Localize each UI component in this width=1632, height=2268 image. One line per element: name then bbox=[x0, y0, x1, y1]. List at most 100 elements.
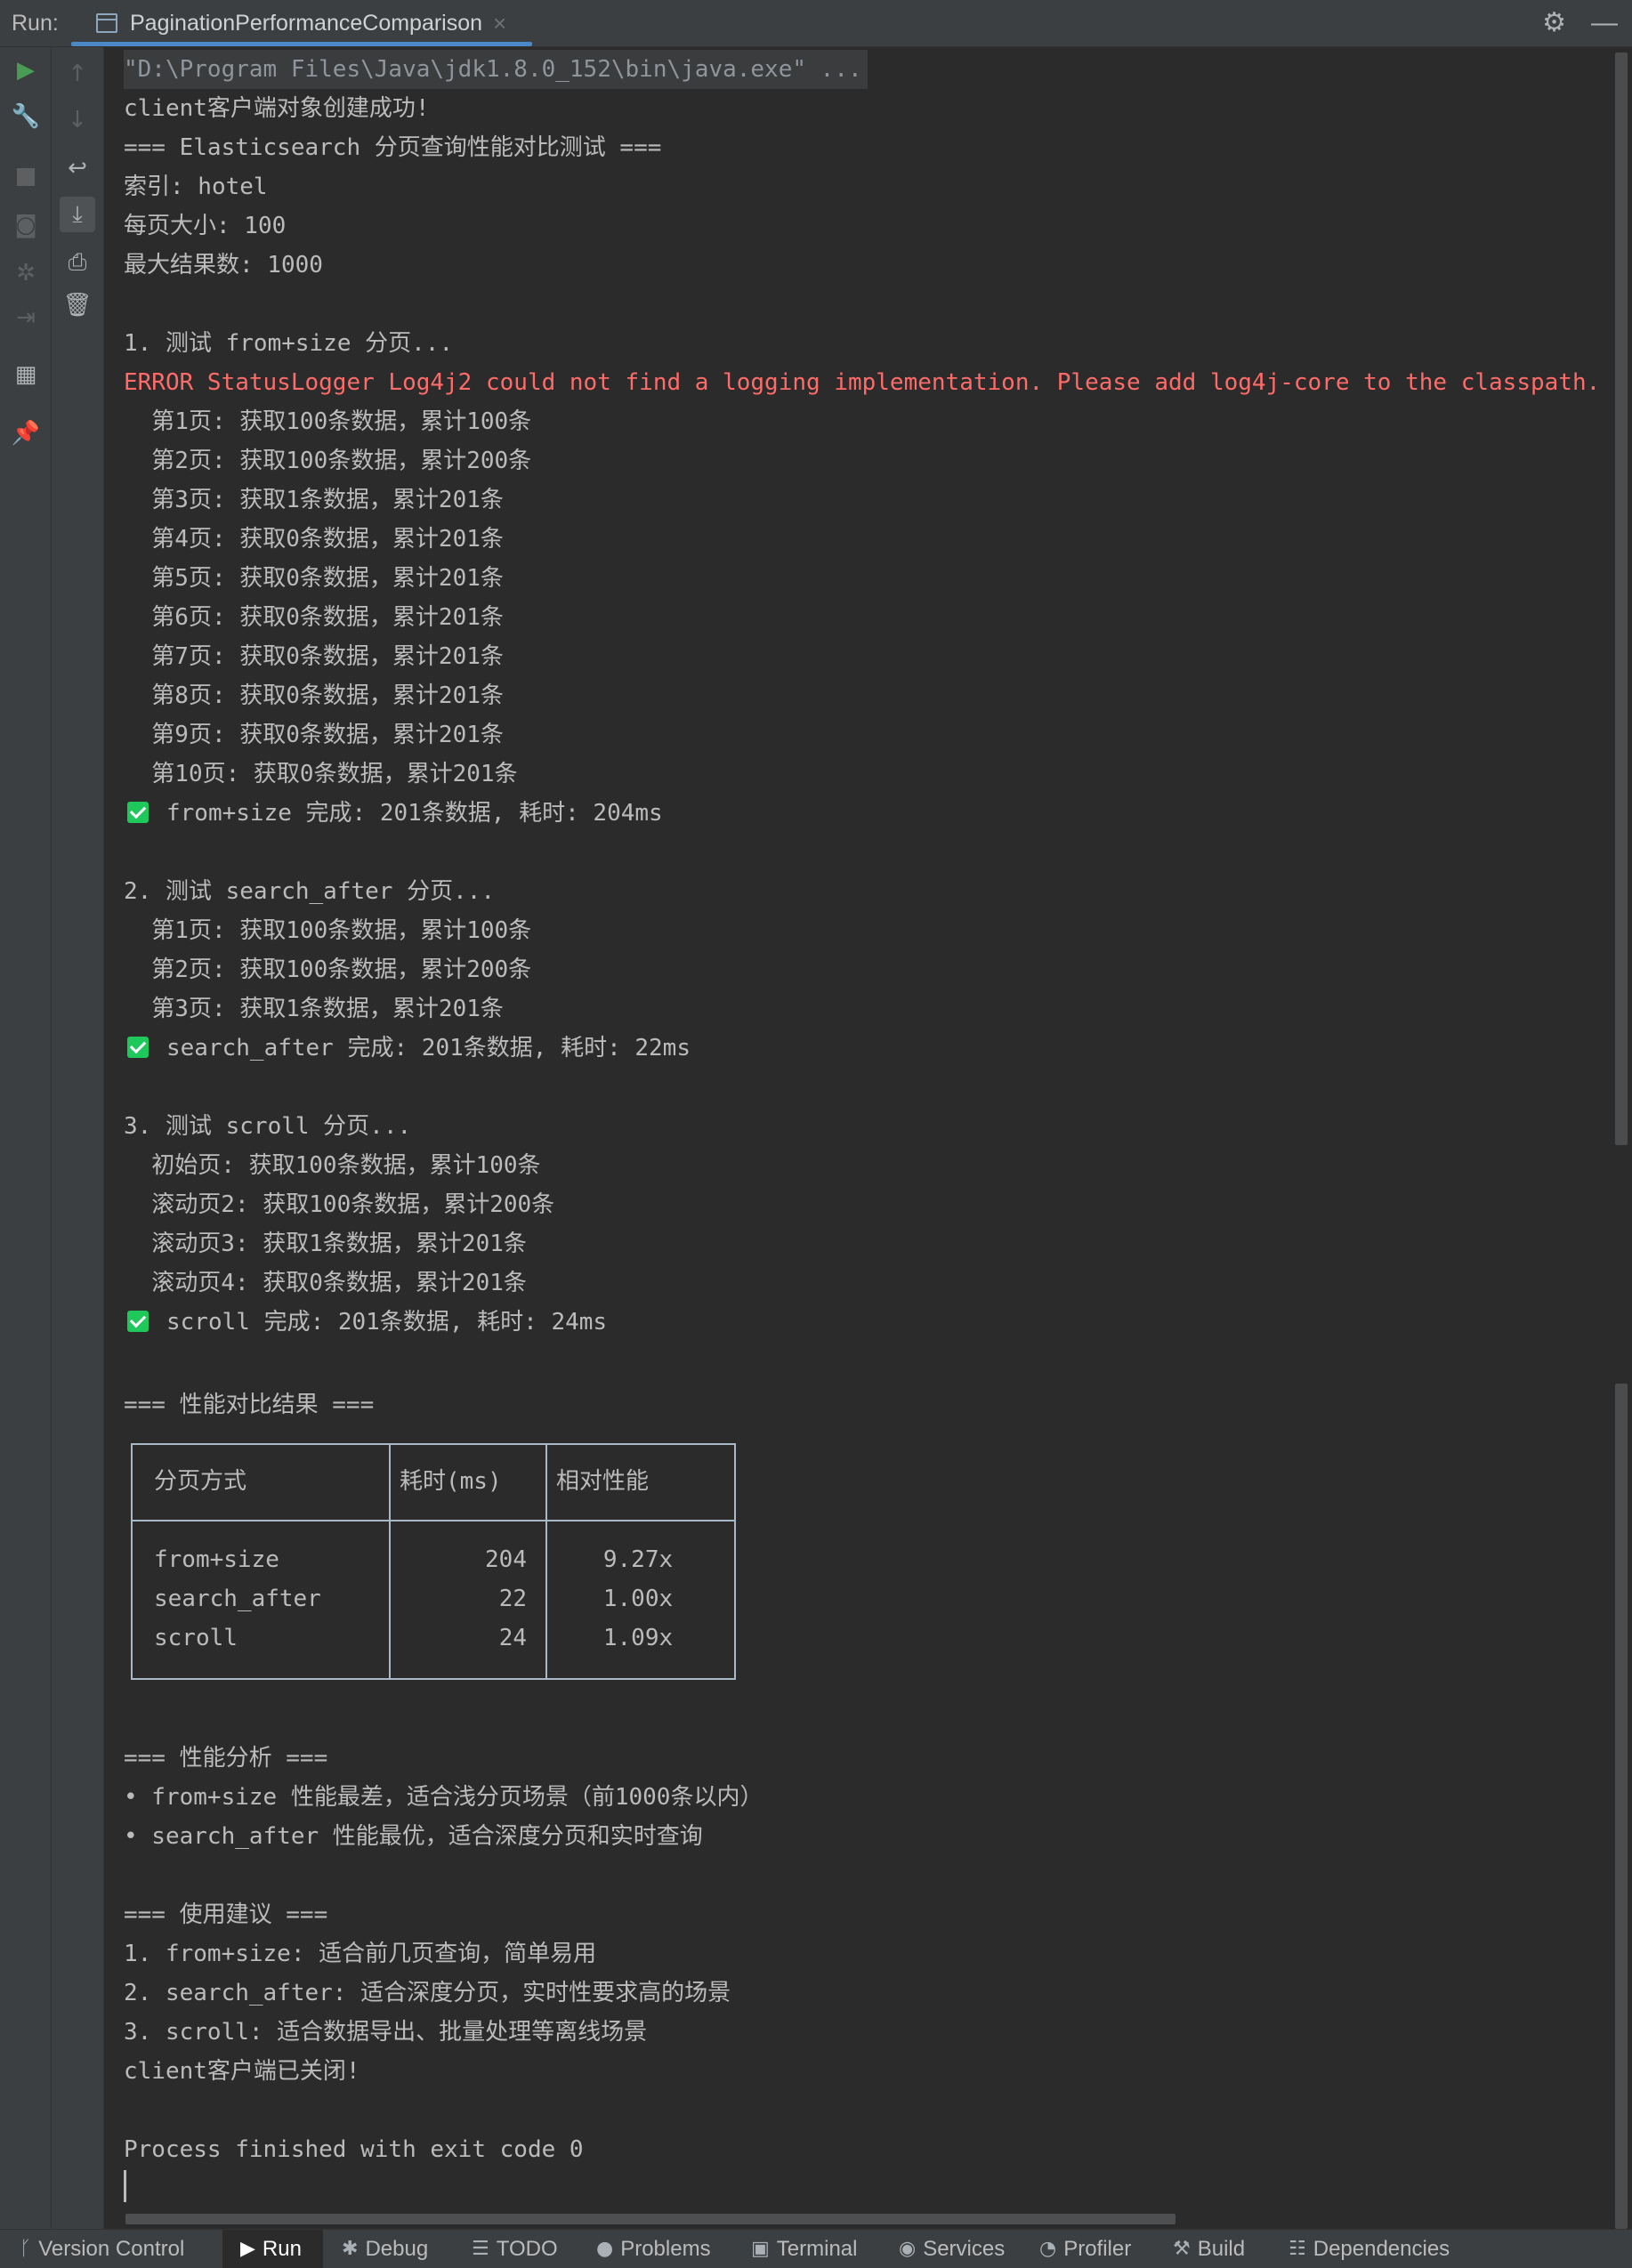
run-icon: ▶ bbox=[240, 2238, 255, 2260]
wrench-icon[interactable]: 🔧 bbox=[10, 101, 42, 133]
table-header-cell: 耗时(ms) bbox=[400, 1468, 502, 1495]
result-line: scroll 完成: 201条数据, 耗时: 24ms bbox=[124, 1303, 607, 1342]
version-control-icon: ᚴ bbox=[20, 2238, 32, 2260]
tool-window-bar: ᚴ Version Control ▶ Run ✱ Debug ☰ TODO ● Prob… bbox=[0, 2229, 1632, 2268]
scrollbar-thumb[interactable] bbox=[1615, 52, 1628, 1145]
horizontal-scrollbar[interactable] bbox=[104, 2208, 1612, 2228]
todo-icon: ☰ bbox=[472, 2238, 489, 2260]
result-line: from+size 完成: 201条数据, 耗时: 204ms bbox=[124, 794, 663, 833]
tab-debug[interactable]: ✱ Debug bbox=[342, 2230, 428, 2268]
tab-version-control[interactable]: ᚴ Version Control bbox=[20, 2230, 184, 2268]
build-icon: ⚒ bbox=[1173, 2238, 1191, 2260]
console-line: client客户端对象创建成功! bbox=[124, 95, 430, 122]
console-line: 滚动页4: 获取0条数据，累计201条 bbox=[124, 1270, 527, 1296]
console-line: 第3页: 获取1条数据，累计201条 bbox=[124, 487, 504, 513]
table-cell: 22 bbox=[498, 1586, 527, 1612]
console-line: client客户端已关闭! bbox=[124, 2058, 360, 2085]
console-line: 第2页: 获取100条数据，累计200条 bbox=[124, 956, 532, 983]
console-icon bbox=[96, 13, 117, 33]
console-line: 滚动页2: 获取100条数据，累计200条 bbox=[124, 1191, 555, 1218]
console-line: === Elasticsearch 分页查询性能对比测试 === bbox=[124, 134, 662, 161]
dependencies-icon: ☷ bbox=[1289, 2238, 1306, 2260]
terminal-icon: ▣ bbox=[751, 2238, 770, 2260]
console-line: 第5页: 获取0条数据，累计201条 bbox=[124, 565, 504, 592]
tab-todo[interactable]: ☰ TODO bbox=[472, 2230, 558, 2268]
services-icon: ◉ bbox=[899, 2238, 917, 2260]
table-cell: 1.00x bbox=[602, 1586, 674, 1612]
problems-icon: ● bbox=[596, 2238, 614, 2260]
console-line: 索引: hotel bbox=[124, 174, 268, 200]
check-icon bbox=[127, 801, 149, 823]
exit-status-line: Process finished with exit code 0 bbox=[124, 2136, 584, 2163]
console-line: 1. 测试 from+size 分页... bbox=[124, 330, 454, 357]
layout-icon[interactable]: ▦ bbox=[10, 359, 42, 391]
console-line: 2. search_after: 适合深度分页，实时性要求高的场景 bbox=[124, 1980, 731, 2006]
console-line: 第1页: 获取100条数据，累计100条 bbox=[124, 917, 532, 944]
table-cell: scroll bbox=[154, 1625, 238, 1651]
profiler-icon: ◔ bbox=[1039, 2238, 1057, 2260]
debug-icon: ✱ bbox=[342, 2238, 359, 2260]
tab-dependencies[interactable]: ☷ Dependencies bbox=[1289, 2230, 1450, 2268]
soft-wrap-icon[interactable]: ↩ bbox=[61, 152, 93, 184]
console-line: 初始页: 获取100条数据，累计100条 bbox=[124, 1152, 541, 1179]
debug-settings-icon: ✲ bbox=[16, 260, 36, 287]
tab-pagination-performance-comparison[interactable]: PaginationPerformanceComparison × bbox=[71, 0, 532, 46]
pin-icon[interactable]: 📌 bbox=[10, 417, 42, 449]
tab-profiler[interactable]: ◔ Profiler bbox=[1039, 2230, 1131, 2268]
scroll-to-end-icon[interactable]: ⤓ bbox=[60, 197, 95, 232]
stop-icon bbox=[10, 161, 42, 193]
exit-icon: ⇥ bbox=[16, 304, 36, 331]
section-heading: === 性能分析 === bbox=[124, 1745, 328, 1772]
section-heading: === 性能对比结果 === bbox=[124, 1392, 375, 1418]
table-cell: 9.27x bbox=[602, 1546, 674, 1573]
up-arrow-icon: ↑ bbox=[68, 61, 87, 87]
console-line: 第3页: 获取1条数据，累计201条 bbox=[124, 996, 504, 1022]
close-icon[interactable]: × bbox=[493, 10, 506, 37]
tab-problems[interactable]: ● Problems bbox=[596, 2230, 711, 2268]
console-line: 第8页: 获取0条数据，累计201条 bbox=[124, 682, 504, 709]
trash-icon[interactable]: 🗑 bbox=[61, 289, 93, 321]
console-line: 1. from+size: 适合前几页查询，简单易用 bbox=[124, 1941, 597, 1967]
scrollbar-thumb[interactable] bbox=[1615, 1384, 1628, 2229]
rerun-icon[interactable]: ▶ bbox=[10, 54, 42, 86]
down-arrow-icon: ↓ bbox=[68, 107, 87, 133]
camera-icon: ◙ bbox=[14, 212, 37, 238]
tab-title: PaginationPerformanceComparison bbox=[130, 10, 483, 36]
minimize-icon[interactable]: — bbox=[1591, 8, 1618, 38]
run-actions-toolbar: ▶ 🔧 ◙ ✲ ⇥ ▦ 📌 bbox=[0, 47, 52, 2229]
console-line: 第6页: 获取0条数据，累计201条 bbox=[124, 604, 504, 631]
console-output[interactable]: "D:\Program Files\Java\jdk1.8.0_152\bin\… bbox=[104, 47, 1612, 2229]
tab-terminal[interactable]: ▣ Terminal bbox=[751, 2230, 858, 2268]
console-line: 3. 测试 scroll 分页... bbox=[124, 1113, 412, 1140]
table-header-cell: 分页方式 bbox=[154, 1468, 247, 1495]
console-actions-toolbar: ↑ ↓ ↩ ⤓ ⎙ 🗑 bbox=[52, 47, 104, 2229]
table-cell: from+size bbox=[154, 1546, 279, 1573]
console-line: • from+size 性能最差，适合浅分页场景（前1000条以内） bbox=[124, 1784, 763, 1811]
results-table: 分页方式 耗时(ms) 相对性能 from+size 204 9.27x sea… bbox=[131, 1443, 736, 1680]
console-line: 第1页: 获取100条数据，累计100条 bbox=[124, 408, 532, 435]
print-icon[interactable]: ⎙ bbox=[61, 246, 93, 278]
table-cell: search_after bbox=[154, 1586, 321, 1612]
console-line: 滚动页3: 获取1条数据，累计201条 bbox=[124, 1231, 527, 1257]
tab-build[interactable]: ⚒ Build bbox=[1173, 2230, 1245, 2268]
run-label: Run: bbox=[12, 11, 59, 36]
scrollbar-thumb[interactable] bbox=[125, 2214, 1176, 2224]
console-line: 第10页: 获取0条数据，累计201条 bbox=[124, 761, 518, 787]
table-header-cell: 相对性能 bbox=[556, 1468, 650, 1495]
console-line: 第7页: 获取0条数据，累计201条 bbox=[124, 643, 504, 670]
result-line: search_after 完成: 201条数据, 耗时: 22ms bbox=[124, 1029, 691, 1068]
gear-icon[interactable]: ⚙ bbox=[1542, 7, 1566, 38]
tab-services[interactable]: ◉ Services bbox=[899, 2230, 1005, 2268]
table-cell: 1.09x bbox=[602, 1625, 674, 1651]
tab-active-indicator bbox=[71, 42, 532, 46]
console-line: 第4页: 获取0条数据，累计201条 bbox=[124, 526, 504, 553]
console-line: 最大结果数: 1000 bbox=[124, 252, 323, 278]
text-cursor bbox=[124, 2170, 126, 2202]
tab-run[interactable]: ▶ Run bbox=[222, 2230, 323, 2268]
console-line: 每页大小: 100 bbox=[124, 213, 287, 239]
console-line: 第2页: 获取100条数据，累计200条 bbox=[124, 448, 532, 474]
error-line: ERROR StatusLogger Log4j2 could not find… bbox=[124, 369, 1601, 396]
console-line: • search_after 性能最优，适合深度分页和实时查询 bbox=[124, 1823, 703, 1850]
check-icon bbox=[127, 1310, 149, 1332]
vertical-scrollbar[interactable] bbox=[1612, 47, 1632, 2229]
